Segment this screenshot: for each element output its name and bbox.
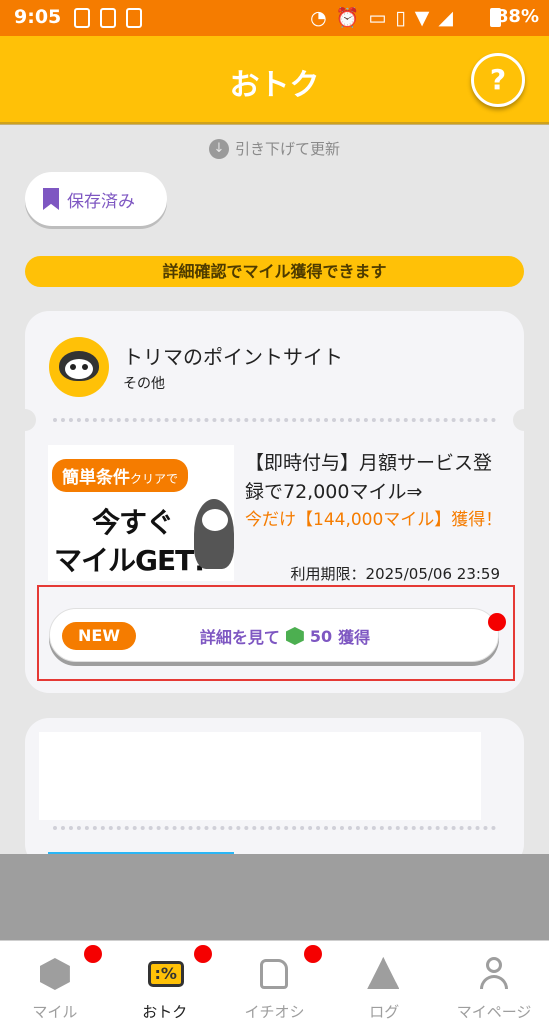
arrow-down-icon: ↓ <box>208 138 229 159</box>
ticket-percent-icon: :% <box>147 957 184 991</box>
card-notch <box>513 409 535 431</box>
offer-image-placeholder <box>39 732 481 820</box>
cast-icon: ▭ <box>368 7 387 29</box>
penguin-eye <box>70 364 76 370</box>
person-icon <box>477 957 511 991</box>
signal-icon: ◢ <box>438 7 453 29</box>
penguin-mascot-face <box>202 509 228 531</box>
notification-dot <box>303 945 322 963</box>
wifi-icon: ▼ <box>414 7 430 29</box>
offer-image-tag-main: 簡単条件 <box>62 468 130 488</box>
nav-label: ログ <box>369 1003 400 1021</box>
walking-icon <box>367 957 401 991</box>
offer-expiry: 利用期限：2025/05/06 23:59 <box>290 565 500 583</box>
thumbs-up-icon <box>257 957 291 991</box>
card-divider <box>53 826 496 830</box>
selection-highlight <box>37 585 515 681</box>
pull-to-refresh-hint: ↓ 引き下げて更新 <box>0 138 549 159</box>
status-bar: 9:05 ◔ ⏰ ▭ ▯ ▼ ◢ 88% <box>0 0 549 36</box>
notification-icon <box>74 8 90 28</box>
brand-avatar <box>49 337 109 397</box>
app-header: おトク ? <box>0 36 549 124</box>
nav-label: マイページ <box>456 1003 532 1021</box>
offer-image-line1: 今すぐ <box>92 506 174 539</box>
nav-label: マイル <box>32 1003 78 1021</box>
mile-hex-icon <box>38 957 72 991</box>
header-divider <box>0 122 549 125</box>
notification-icons <box>74 8 142 28</box>
offer-image[interactable]: 簡単条件クリアで 今すぐ マイルGET! <box>48 445 234 581</box>
saved-button[interactable]: 保存済み <box>25 172 167 226</box>
notification-dot <box>193 945 212 963</box>
nfc-icon: ◔ <box>310 7 327 29</box>
brand-category: その他 <box>123 376 165 392</box>
penguin-face <box>65 359 93 379</box>
notification-dot <box>84 945 102 963</box>
page-title: おトク <box>229 68 320 103</box>
bottom-nav: マイル :% おトク イチオシ ログ マイページ <box>0 940 549 1024</box>
nav-label: イチオシ <box>244 1003 305 1021</box>
help-button[interactable]: ? <box>471 53 525 107</box>
offer-card-2[interactable] <box>25 718 524 868</box>
vibrate-icon: ▯ <box>395 7 406 29</box>
nav-item-mypage[interactable]: マイページ <box>439 941 549 1024</box>
offer-highlight: 今だけ【144,000マイル】獲得！ <box>245 510 503 530</box>
offer-title: 【即時付与】月額サービス登録で72,000マイル⇒ <box>245 452 493 503</box>
pull-hint-text: 引き下げて更新 <box>234 140 340 158</box>
penguin-eye <box>82 364 88 370</box>
notification-icon <box>100 8 116 28</box>
alarm-icon: ⏰ <box>335 7 360 29</box>
nav-item-log[interactable]: ログ <box>329 941 439 1024</box>
offer-image-tag: 簡単条件クリアで <box>52 459 189 492</box>
card-divider <box>53 418 496 422</box>
nav-item-ichioshi[interactable]: イチオシ <box>220 941 330 1024</box>
status-time: 9:05 <box>14 6 62 28</box>
nav-item-mile[interactable]: マイル <box>0 941 110 1024</box>
overlay <box>0 854 549 940</box>
card-notch <box>14 409 36 431</box>
system-icons: ◔ ⏰ ▭ ▯ ▼ ◢ <box>310 6 453 30</box>
saved-button-label: 保存済み <box>67 191 135 212</box>
offer-image-line2: マイルGET! <box>54 544 206 577</box>
nav-item-otoku[interactable]: :% おトク <box>110 941 220 1024</box>
brand-name: トリマのポイントサイト <box>123 345 343 369</box>
info-banner: 詳細確認でマイル獲得できます <box>25 256 524 287</box>
offer-image-tag-small: クリアで <box>130 472 179 486</box>
notification-icon <box>126 8 142 28</box>
nav-label: おトク <box>142 1003 188 1021</box>
bookmark-icon <box>43 188 59 210</box>
battery-percent: 88% <box>495 6 539 27</box>
